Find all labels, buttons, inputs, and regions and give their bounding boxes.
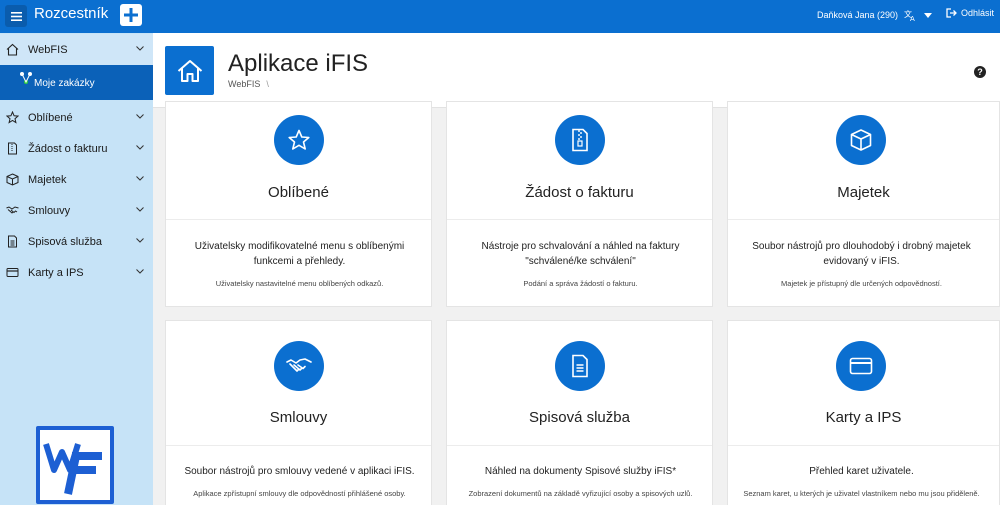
card-title: Smlouvy [269, 409, 328, 426]
user-name[interactable]: Daňková Jana (290) [817, 10, 898, 20]
sidebar-item-oblibene[interactable]: Oblíbené [0, 102, 153, 133]
card-icon-circle [836, 341, 886, 391]
language-menu[interactable]: 文 A [904, 9, 932, 21]
star-icon [288, 129, 310, 150]
page-header: Aplikace iFIS WebFIS \ ? [153, 33, 1000, 108]
chevron-down-icon [136, 145, 144, 150]
network-icon [20, 72, 32, 84]
sidebar-item-majetek[interactable]: Majetek [0, 164, 153, 195]
card-description: Přehled karet uživatele. [809, 466, 914, 477]
card-description: Náhled na dokumenty Spisové služby iFIS* [484, 466, 677, 477]
credit-card-icon [6, 268, 19, 277]
breadcrumb-separator: \ [266, 79, 269, 89]
chevron-down-icon [136, 207, 144, 212]
card-title: Karty a IPS [825, 409, 902, 426]
hamburger-icon [10, 11, 22, 21]
card-description: Soubor nástrojů pro smlouvy vedené v apl… [184, 466, 415, 477]
wf-logo-icon [43, 443, 102, 495]
card-title: Majetek [837, 184, 890, 201]
file-text-icon [8, 235, 17, 248]
webfis-logo [36, 426, 114, 504]
chevron-down-icon [136, 269, 144, 274]
card-note: Aplikace zpřístupní smlouvy dle odpovědn… [193, 489, 406, 498]
sidebar-item-smlouvy[interactable]: Smlouvy [0, 195, 153, 226]
card-divider [728, 219, 999, 220]
card-note: Majetek je přístupný dle určených odpově… [781, 279, 942, 288]
add-button[interactable] [120, 4, 142, 26]
logout-icon [946, 8, 957, 18]
plus-icon [124, 8, 138, 22]
sidebar-item-label: Moje zakázky [34, 78, 95, 89]
card-divider [166, 219, 431, 220]
chevron-down-icon [136, 176, 144, 181]
card-description: Uživatelsky modifikovatelné menu s oblíb… [194, 241, 405, 267]
card-description: Soubor nástrojů pro dlouhodobý i drobný … [752, 241, 971, 267]
page-title: Aplikace iFIS [228, 50, 369, 77]
translate-icon: 文 A [904, 9, 915, 21]
card-karty-a-ips[interactable]: Karty a IPS Přehled karet uživatele. Sez… [727, 320, 1000, 505]
chevron-down-icon [136, 238, 144, 243]
card-icon-circle [274, 341, 324, 391]
star-icon [6, 111, 19, 124]
card-majetek[interactable]: Majetek Soubor nástrojů pro dlouhodobý i… [727, 101, 1000, 307]
card-note: Podání a správa žádostí o fakturu. [523, 279, 638, 288]
caret-down-icon [924, 12, 932, 18]
app-title[interactable]: Rozcestník [34, 5, 108, 22]
chevron-down-icon [136, 46, 144, 51]
card-icon-circle [274, 115, 324, 165]
card-icon-circle [836, 115, 886, 165]
cube-icon [6, 173, 19, 186]
chevron-down-icon [136, 114, 144, 119]
card-note: Zobrazení dokumentů na základě vyřizujíc… [468, 489, 693, 498]
file-text-icon [572, 354, 588, 378]
sidebar-item-label: Žádost o fakturu [28, 142, 108, 155]
card-spisova-sluzba[interactable]: Spisová služba Náhled na dokumenty Spiso… [446, 320, 713, 505]
card-title: Spisová služba [529, 409, 630, 426]
home-icon [6, 43, 19, 56]
card-divider [447, 219, 712, 220]
breadcrumb: WebFIS \ [228, 79, 269, 89]
top-bar: Rozcestník Daňková Jana (290) 文 A Odhlás… [0, 0, 1000, 33]
home-tile [165, 46, 214, 95]
document-zip-icon [572, 128, 588, 152]
credit-card-icon [849, 357, 873, 375]
card-title: Žádost o fakturu [525, 184, 634, 201]
card-oblibene[interactable]: Oblíbené Uživatelsky modifikovatelné men… [165, 101, 432, 307]
cube-icon [850, 129, 872, 151]
sidebar-item-zadost-o-fakturu[interactable]: Žádost o fakturu [0, 133, 153, 164]
document-zip-icon [8, 142, 17, 155]
sidebar-item-moje-zakazky[interactable]: Moje zakázky [0, 65, 153, 100]
card-icon-circle [555, 341, 605, 391]
breadcrumb-item-webfis[interactable]: WebFIS [228, 79, 260, 89]
help-icon[interactable]: ? [974, 66, 986, 78]
card-note: Uživatelsky nastavitelné menu oblíbených… [215, 279, 384, 288]
sidebar-item-label: WebFIS [28, 43, 68, 56]
card-icon-circle [555, 115, 605, 165]
card-zadost-o-fakturu[interactable]: Žádost o fakturu Nástroje pro schvalován… [446, 101, 713, 307]
home-icon [177, 59, 202, 82]
logout-button[interactable]: Odhlásit [946, 8, 994, 18]
svg-text:A: A [910, 15, 915, 21]
card-divider [447, 445, 712, 446]
card-description: Nástroje pro schvalování a náhled na fak… [481, 241, 680, 267]
sidebar-item-spisova-sluzba[interactable]: Spisová služba [0, 226, 153, 257]
sidebar-item-label: Spisová služba [28, 235, 102, 248]
sidebar: WebFIS Moje zakázky Oblíbené Žádost o fa… [0, 33, 153, 505]
sidebar-item-webfis[interactable]: WebFIS [0, 34, 153, 65]
sidebar-item-label: Oblíbené [28, 111, 73, 124]
sidebar-item-karty-a-ips[interactable]: Karty a IPS [0, 257, 153, 288]
card-title: Oblíbené [268, 184, 329, 201]
card-note: Seznam karet, u kterých je uživatel vlas… [743, 489, 980, 498]
card-divider [166, 445, 431, 446]
handshake-icon [6, 206, 19, 214]
card-divider [728, 445, 999, 446]
sidebar-item-label: Karty a IPS [28, 266, 84, 279]
menu-toggle-button[interactable] [5, 5, 27, 27]
card-smlouvy[interactable]: Smlouvy Soubor nástrojů pro smlouvy vede… [165, 320, 432, 505]
sidebar-item-label: Majetek [28, 173, 67, 186]
handshake-icon [286, 358, 312, 372]
sidebar-item-label: Smlouvy [28, 204, 71, 217]
logout-label: Odhlásit [961, 8, 995, 18]
